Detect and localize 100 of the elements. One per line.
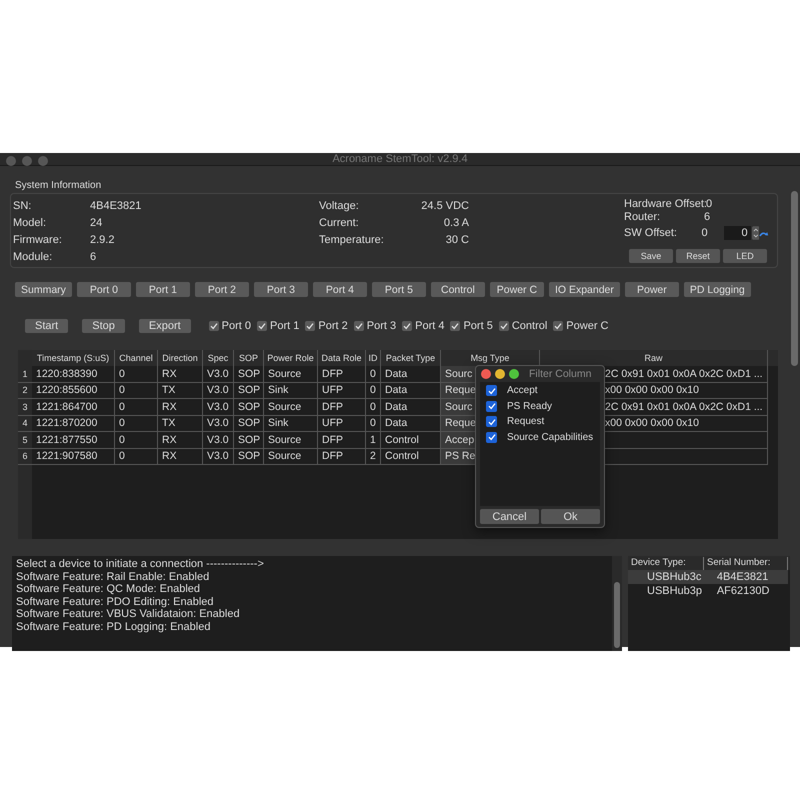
scrollbar-thumb[interactable] <box>614 582 620 648</box>
log-line: Software Feature: Rail Enable: Enabled <box>16 570 210 583</box>
checkbox[interactable] <box>553 320 564 330</box>
checkbox-label: Port 2 <box>318 320 348 332</box>
table-cell: 1221:877550 <box>32 432 115 448</box>
column-header[interactable]: Timestamp (S:uS) <box>32 350 115 366</box>
table-cell: SOP <box>234 432 264 448</box>
column-header[interactable]: Data Role <box>318 350 366 366</box>
checkbox[interactable] <box>450 320 460 330</box>
field-label: Router: <box>624 210 662 222</box>
offset-input[interactable]: 0 <box>724 226 751 240</box>
dialog-button[interactable]: Ok <box>541 509 600 524</box>
table-cell: SOP <box>234 448 264 465</box>
log-button[interactable]: Export <box>138 318 191 332</box>
checkbox-label: Port 0 <box>222 320 252 332</box>
tab[interactable]: Summary <box>15 282 72 297</box>
table-cell: 0 <box>366 399 381 416</box>
table-cell: SOP <box>234 416 264 432</box>
checkbox-label: Control <box>512 320 548 332</box>
tab[interactable]: Port 4 <box>312 282 367 297</box>
row-number: 6 <box>18 448 32 465</box>
column-header[interactable]: ID <box>366 350 381 366</box>
log-button[interactable]: Start <box>25 318 68 332</box>
checkbox[interactable] <box>486 400 497 412</box>
table-cell: Source <box>264 366 318 382</box>
check-icon <box>500 322 508 330</box>
spinner-icon[interactable] <box>752 226 760 240</box>
log-line: Select a device to initiate a connection --------------> <box>16 558 265 570</box>
device-type: USBHub3p <box>646 585 704 597</box>
dialog-button[interactable]: Cancel <box>480 509 539 524</box>
device-row[interactable]: USBHub3c 4B4E3821 <box>628 570 788 584</box>
table-cell: DFP <box>318 399 366 416</box>
checkbox[interactable] <box>486 416 497 428</box>
row-number: 2 <box>18 382 32 399</box>
column-header[interactable]: Power Role <box>264 350 318 366</box>
tab[interactable]: PD Logging <box>684 282 751 297</box>
table-cell: RX <box>158 366 203 382</box>
checkbox[interactable] <box>305 320 316 330</box>
field-value: 4B4E3821 <box>90 200 142 212</box>
panel-button[interactable]: LED <box>723 249 767 263</box>
tab[interactable]: Port 0 <box>76 282 131 297</box>
checkbox[interactable] <box>354 320 364 330</box>
table-cell: 2 <box>366 448 381 465</box>
field-value: 0 <box>701 227 708 239</box>
checkbox-label: Power C <box>566 320 608 332</box>
serial-number: 4B4E3821 <box>716 571 770 583</box>
checkbox-label: Accept <box>507 385 538 396</box>
table-cell: SOP <box>234 366 264 382</box>
table-cell: Sink <box>264 382 318 399</box>
table-cell: V3.0 <box>203 366 234 382</box>
log-line: Software Feature: PD Logging: Enabled <box>16 620 212 633</box>
tab[interactable]: IO Expander <box>548 282 620 297</box>
table-cell: 0 <box>115 382 158 399</box>
field-label: Module: <box>13 250 54 262</box>
checkbox[interactable] <box>486 385 497 396</box>
tab[interactable]: Port 2 <box>194 282 249 297</box>
row-number: 4 <box>18 416 32 432</box>
tab[interactable]: Port 3 <box>254 282 308 297</box>
table-cell: RX <box>158 399 203 416</box>
check-icon <box>354 322 363 330</box>
field-value: 2.9.2 <box>90 234 116 246</box>
checkbox[interactable] <box>257 320 268 330</box>
tab[interactable]: Port 1 <box>136 282 190 297</box>
tab[interactable]: Control <box>430 282 485 297</box>
checkbox[interactable] <box>402 320 412 330</box>
column-header[interactable]: Direction <box>158 350 203 366</box>
row-number: 1 <box>18 366 32 382</box>
tab[interactable]: Power <box>624 282 679 297</box>
panel-button[interactable]: Reset <box>676 249 720 263</box>
column-header[interactable]: SOP <box>234 350 264 366</box>
table-cell: 0 <box>115 432 158 448</box>
checkbox[interactable] <box>498 320 509 330</box>
tab[interactable]: Power C <box>490 282 544 297</box>
log-line: Software Feature: VBUS Validataion: Enabled <box>16 608 241 620</box>
table-cell: 0 <box>115 448 158 465</box>
device-row[interactable]: USBHub3p AF62130D <box>628 584 788 598</box>
tab[interactable]: Port 5 <box>372 282 426 297</box>
field-label: SN: <box>13 200 32 212</box>
device-type: USBHub3c <box>646 571 702 583</box>
scrollbar-thumb[interactable] <box>790 191 798 366</box>
table-cell: DFP <box>318 448 366 465</box>
field-label: Model: <box>13 216 48 228</box>
table-cell: DFP <box>318 366 366 382</box>
panel-button[interactable]: Save <box>629 249 673 263</box>
column-header[interactable]: Packet Type <box>381 350 441 366</box>
checkbox-label: Port 5 <box>463 320 493 332</box>
checkbox[interactable] <box>486 432 497 443</box>
column-header[interactable]: Channel <box>115 350 158 366</box>
window-title: Acroname StemTool: v2.9.4 <box>332 153 468 165</box>
table-cell: Source <box>264 432 318 448</box>
table-cell: 1220:855600 <box>32 382 115 399</box>
column-header[interactable]: Spec <box>203 350 234 366</box>
table-cell: SOP <box>234 382 264 399</box>
field-value: 30 C <box>444 234 469 246</box>
table-cell: DFP <box>318 432 366 448</box>
checkbox[interactable] <box>208 320 219 330</box>
log-button[interactable]: Stop <box>82 318 125 332</box>
table-cell: RX <box>158 432 203 448</box>
check-icon <box>258 322 266 330</box>
field-label: Firmware: <box>13 234 63 246</box>
